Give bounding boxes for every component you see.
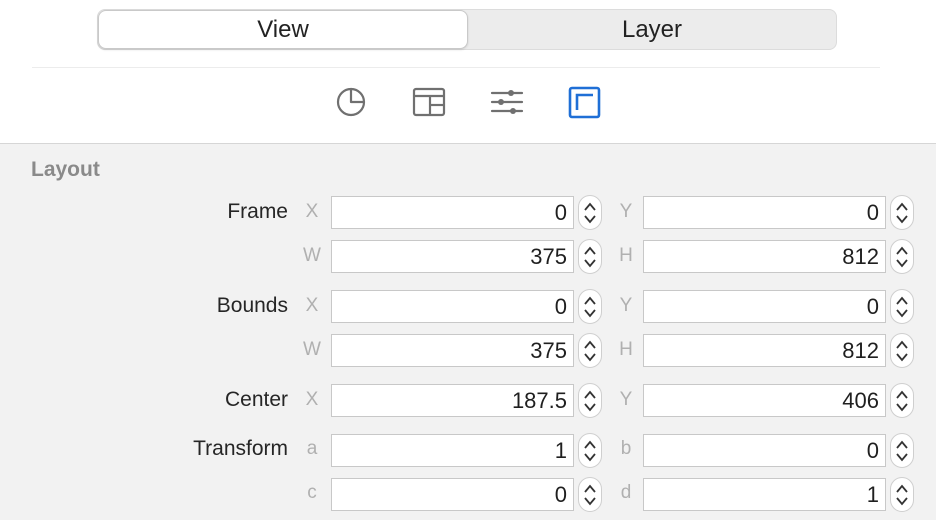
frame-corner-icon[interactable] <box>567 84 603 120</box>
transform-b-stepper[interactable] <box>890 433 914 468</box>
layout-panel-icon[interactable] <box>411 84 447 120</box>
center-y-axis-label: Y <box>619 389 633 410</box>
frame-label: Frame <box>227 200 288 223</box>
frame-w-stepper[interactable] <box>578 239 602 274</box>
center-x-axis-label: X <box>305 389 319 410</box>
bounds-w-stepper[interactable] <box>578 333 602 368</box>
view-layer-segmented-control: View Layer <box>97 9 837 50</box>
center-y-field[interactable]: 406 <box>643 384 886 417</box>
section-title-layout: Layout <box>31 158 100 181</box>
bounds-h-field[interactable]: 812 <box>643 334 886 367</box>
tab-layer[interactable]: Layer <box>468 10 836 49</box>
transform-a-field[interactable]: 1 <box>331 434 574 467</box>
center-x-stepper[interactable] <box>578 383 602 418</box>
center-y-stepper[interactable] <box>890 383 914 418</box>
transform-label: Transform <box>193 437 288 460</box>
transform-d-axis-label: d <box>620 482 632 503</box>
center-x-field[interactable]: 187.5 <box>331 384 574 417</box>
pie-chart-icon[interactable] <box>333 84 369 120</box>
bounds-x-axis-label: X <box>305 295 319 316</box>
transform-d-stepper[interactable] <box>890 477 914 512</box>
bounds-y-field[interactable]: 0 <box>643 290 886 323</box>
center-label: Center <box>224 388 288 411</box>
tab-view[interactable]: View <box>98 10 468 49</box>
bounds-label: Bounds <box>216 294 288 317</box>
bounds-x-field[interactable]: 0 <box>331 290 574 323</box>
frame-w-field[interactable]: 375 <box>331 240 574 273</box>
frame-x-axis-label: X <box>305 201 319 222</box>
header-divider <box>32 67 880 68</box>
bounds-y-axis-label: Y <box>619 295 633 316</box>
transform-b-field[interactable]: 0 <box>643 434 886 467</box>
frame-y-axis-label: Y <box>619 201 633 222</box>
frame-y-stepper[interactable] <box>890 195 914 230</box>
inspector-header: View Layer <box>0 0 936 144</box>
frame-h-axis-label: H <box>619 245 633 266</box>
transform-d-field[interactable]: 1 <box>643 478 886 511</box>
bounds-h-stepper[interactable] <box>890 333 914 368</box>
bounds-w-field[interactable]: 375 <box>331 334 574 367</box>
frame-h-stepper[interactable] <box>890 239 914 274</box>
frame-x-stepper[interactable] <box>578 195 602 230</box>
bounds-y-stepper[interactable] <box>890 289 914 324</box>
bounds-w-axis-label: W <box>303 339 321 360</box>
frame-y-field[interactable]: 0 <box>643 196 886 229</box>
transform-a-stepper[interactable] <box>578 433 602 468</box>
transform-c-axis-label: c <box>307 482 317 503</box>
frame-x-field[interactable]: 0 <box>331 196 574 229</box>
bounds-x-stepper[interactable] <box>578 289 602 324</box>
transform-b-axis-label: b <box>620 438 632 459</box>
bounds-h-axis-label: H <box>619 339 633 360</box>
frame-h-field[interactable]: 812 <box>643 240 886 273</box>
transform-c-field[interactable]: 0 <box>331 478 574 511</box>
sliders-icon[interactable] <box>489 84 525 120</box>
transform-c-stepper[interactable] <box>578 477 602 512</box>
frame-w-axis-label: W <box>303 245 321 266</box>
transform-a-axis-label: a <box>306 438 318 459</box>
